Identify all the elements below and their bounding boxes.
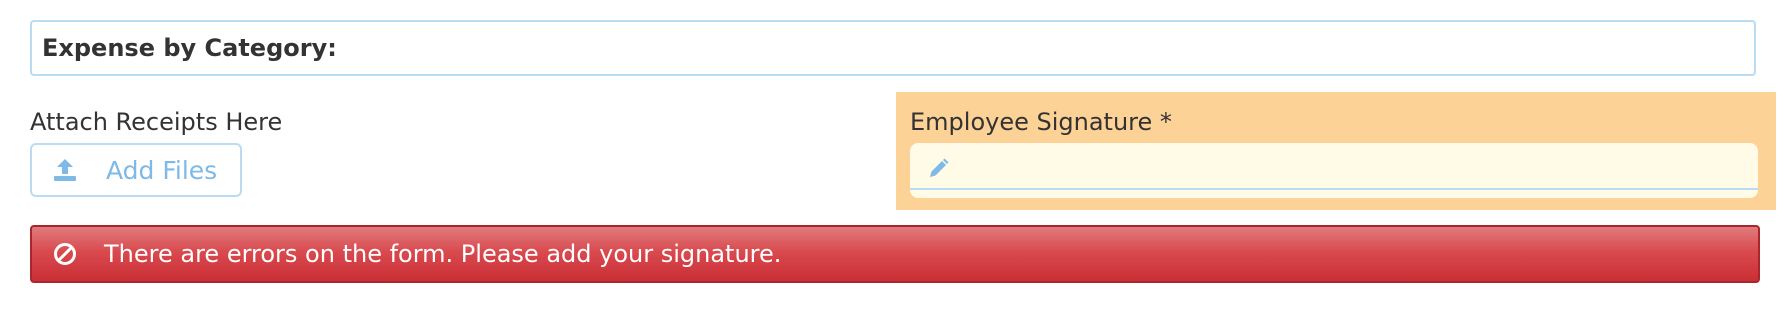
signature-block: Employee Signature * <box>896 92 1776 210</box>
error-message: There are errors on the form. Please add… <box>104 240 782 268</box>
attach-receipts-label: Attach Receipts Here <box>30 108 283 136</box>
error-banner: There are errors on the form. Please add… <box>30 225 1760 283</box>
prohibited-icon <box>52 241 78 267</box>
signature-pad[interactable] <box>910 143 1758 198</box>
pencil-icon <box>926 157 950 181</box>
signature-line <box>910 188 1758 190</box>
employee-signature-label: Employee Signature * <box>910 108 1172 136</box>
upload-icon <box>52 157 78 183</box>
expense-by-category-title: Expense by Category: <box>42 34 337 62</box>
expense-form: Expense by Category: Attach Receipts Her… <box>0 0 1790 324</box>
add-files-button[interactable]: Add Files <box>30 143 242 197</box>
expense-by-category-panel: Expense by Category: <box>30 20 1756 76</box>
add-files-label: Add Files <box>106 155 218 185</box>
